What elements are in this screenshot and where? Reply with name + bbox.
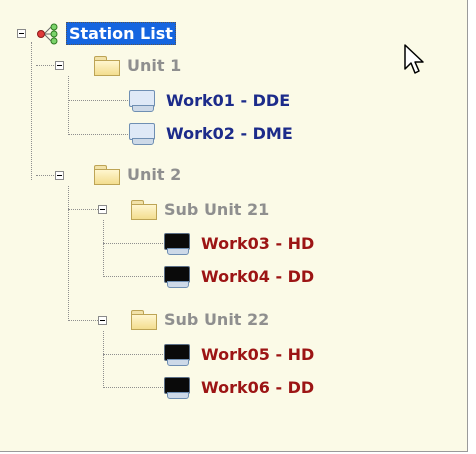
tree-node-sub-unit-22[interactable]: Sub Unit 22 [130, 303, 269, 335]
tree-line [103, 220, 104, 277]
folder-icon [130, 199, 157, 220]
collapse-toggle-sub-unit-22[interactable] [98, 316, 107, 325]
tree-node-label: Station List [66, 21, 176, 45]
folder-icon [130, 309, 157, 330]
tree-node-label: Work01 - DDE [166, 90, 291, 110]
monitor-light-icon [128, 122, 156, 145]
tree-line [103, 243, 163, 244]
tree-node-label: Sub Unit 21 [164, 199, 270, 219]
tree-node-label: Work05 - HD [201, 344, 315, 364]
tree-node-label: Unit 1 [127, 55, 182, 75]
tree-node-label: Work03 - HD [201, 233, 315, 253]
tree-node-label: Work04 - DD [201, 266, 315, 286]
tree-node-unit-1[interactable]: Unit 1 [93, 49, 181, 81]
monitor-dark-icon [163, 265, 191, 288]
monitor-dark-icon [163, 376, 191, 399]
tree-node-root[interactable]: Station List [36, 17, 176, 49]
tree-line [68, 186, 69, 321]
collapse-toggle-sub-unit-21[interactable] [98, 205, 107, 214]
tree-node-label: Work02 - DME [166, 123, 293, 143]
tree-line [103, 387, 163, 388]
tree-line [68, 134, 128, 135]
station-tree-panel: Station List Unit 1 Work01 - DDE Work02 … [0, 0, 468, 452]
tree-node-label: Unit 2 [127, 164, 182, 184]
monitor-dark-icon [163, 232, 191, 255]
tree-line [68, 320, 98, 321]
tree-node-label: Work06 - DD [201, 377, 315, 397]
tree-node-unit-2[interactable]: Unit 2 [93, 158, 181, 190]
tree-node-work03[interactable]: Work03 - HD [163, 227, 314, 259]
tree-node-work06[interactable]: Work06 - DD [163, 371, 314, 403]
tree-line [103, 331, 104, 388]
tree-line [31, 42, 32, 180]
mouse-cursor-icon [404, 44, 424, 74]
tree-line [68, 209, 98, 210]
tree-node-work05[interactable]: Work05 - HD [163, 338, 314, 370]
tree-node-work02[interactable]: Work02 - DME [128, 117, 293, 149]
monitor-dark-icon [163, 343, 191, 366]
tree-line [68, 76, 69, 135]
tree-node-label: Sub Unit 22 [164, 309, 270, 329]
monitor-light-icon [128, 89, 156, 112]
tree-node-sub-unit-21[interactable]: Sub Unit 21 [130, 193, 269, 225]
tree-line [103, 276, 163, 277]
collapse-toggle-unit-2[interactable] [55, 171, 64, 180]
tree-line [68, 100, 128, 101]
collapse-toggle-root[interactable] [17, 29, 26, 38]
folder-icon [93, 164, 120, 185]
tree-node-work01[interactable]: Work01 - DDE [128, 84, 290, 116]
collapse-toggle-unit-1[interactable] [55, 61, 64, 70]
tree-line [103, 354, 163, 355]
folder-icon [93, 55, 120, 76]
network-icon [36, 23, 66, 45]
tree-node-work04[interactable]: Work04 - DD [163, 260, 314, 292]
